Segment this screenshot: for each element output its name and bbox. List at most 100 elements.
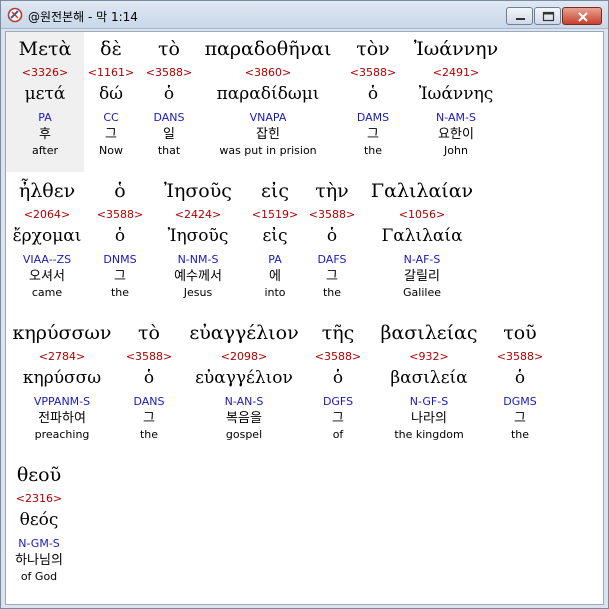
word-item[interactable]: παραδοθῆναι <3860> παραδίδωμι VNAPA 잡힌 w… [202,32,334,172]
english-gloss: gospel [225,428,263,441]
greek-word: τὸ [158,38,180,60]
word-item[interactable]: δὲ <1161> δώ CC 그 Now [86,32,136,172]
word-item[interactable]: κηρύσσων <2784> κηρύσσω VPPANM-S 전파하여 pr… [6,316,118,456]
lemma: ὁ [143,368,155,388]
strongs-number: <2098> [220,350,268,363]
word-item[interactable]: Ἰησοῦς <2424> Ἰησοῦς N-NM-S 예수께서 Jesus [152,174,244,314]
word-item[interactable]: τὴν <3588> ὁ DAFS 그 the [306,174,358,314]
strongs-number: <1161> [87,66,135,79]
korean-gloss: 그 [514,411,526,426]
greek-word: εὐαγγέλιον [189,322,299,344]
parsing-code: N-GF-S [409,395,449,408]
english-gloss: the [139,428,159,441]
word-item[interactable]: τὸ <3588> ὁ DANS 그 the [124,316,174,456]
word-item[interactable]: ὁ <3588> ὁ DNMS 그 the [94,174,146,314]
english-gloss: after [31,144,59,157]
close-button[interactable] [562,7,602,25]
strongs-number: <3588> [314,350,362,363]
lemma: δώ [98,84,124,104]
english-gloss: of God [20,570,58,583]
parsing-code: DANS [133,395,165,408]
strongs-number: <3588> [349,66,397,79]
greek-word: τὸν [356,38,390,60]
korean-gloss: 요한이 [438,127,474,142]
word-item[interactable]: τὸν <3588> ὁ DAMS 그 the [342,32,404,172]
word-item[interactable]: ἦλθεν <2064> ἔρχομαι VIAA--ZS 오셔서 came [6,174,88,314]
parsing-code: DGMS [503,395,537,408]
greek-word: θεοῦ [16,464,62,486]
maximize-button[interactable] [534,7,561,25]
lemma: μετά [24,84,66,104]
greek-word: Ἰησοῦς [164,180,232,202]
english-gloss: Galilee [403,286,441,299]
word-item[interactable]: τὸ <3588> ὁ DANS 일 that [140,32,198,172]
english-gloss: Now [99,144,123,157]
english-gloss: that [157,144,181,157]
parsing-code: VNAPA [249,111,287,124]
strongs-number: <3860> [244,66,292,79]
lemma: θεός [19,510,59,530]
word-item[interactable]: Ἰωάννην <2491> Ἰωάννης N-AM-S 요한이 John [406,32,506,172]
word-item[interactable]: τοῦ <3588> ὁ DGMS 그 the [492,316,548,456]
app-window: @원전본해 - 막 1:14 Μετὰ <3326> μετά PA 후 aft… [0,0,609,609]
english-gloss: into [264,286,286,299]
greek-word: Μετὰ [18,38,72,60]
lemma: ὁ [514,368,526,388]
korean-gloss: 그 [114,269,126,284]
parsing-code: N-AN-S [224,395,264,408]
korean-gloss: 그 [326,269,338,284]
greek-word: Ἰωάννην [413,38,499,60]
word-item[interactable]: εὐαγγέλιον <2098> εὐαγγέλιον N-AN-S 복음을 … [182,316,306,456]
english-gloss: came [31,286,63,299]
window-title: @원전본해 - 막 1:14 [28,10,138,24]
word-item[interactable]: θεοῦ <2316> θεός N-GM-S 하나님의 of God [6,458,72,598]
korean-gloss: 그 [332,411,344,426]
parsing-code: PA [268,253,282,266]
lemma: ἔρχομαι [12,226,82,246]
lemma: ὁ [326,226,338,246]
interlinear-panel: Μετὰ <3326> μετά PA 후 after δὲ <1161> δώ… [5,31,604,605]
korean-gloss: 갈릴리 [404,269,440,284]
korean-gloss: 에 [269,269,281,284]
lemma: ὁ [367,84,379,104]
minimize-button[interactable] [506,7,533,25]
strongs-number: <3588> [96,208,144,221]
greek-word: δὲ [100,38,122,60]
korean-gloss: 오셔서 [29,269,65,284]
korean-gloss: 잡힌 [256,127,280,142]
strongs-number: <3326> [21,66,69,79]
title-bar[interactable]: @원전본해 - 막 1:14 [1,1,608,29]
parsing-code: N-NM-S [177,253,219,266]
greek-word: τοῦ [503,322,537,344]
english-gloss: the [510,428,530,441]
parsing-code: CC [103,111,119,124]
lemma: παραδίδωμι [216,84,320,104]
english-gloss: the [110,286,130,299]
korean-gloss: 그 [367,127,379,142]
strongs-number: <3588> [125,350,173,363]
strongs-number: <2491> [432,66,480,79]
korean-gloss: 나라의 [411,411,447,426]
parsing-code: N-AM-S [436,111,476,124]
greek-word: τῆς [321,322,355,344]
word-item[interactable]: Γαλιλαίαν <1056> Γαλιλαία N-AF-S 갈릴리 Gal… [364,174,480,314]
greek-word: ἦλθεν [18,180,76,202]
word-item[interactable]: βασιλείας <932> βασιλεία N-GF-S 나라의 the … [370,316,488,456]
strongs-number: <3588> [145,66,193,79]
parsing-code: DAMS [356,111,390,124]
korean-gloss: 그 [105,127,117,142]
word-item[interactable]: εἰς <1519> εἰς PA 에 into [250,174,300,314]
lemma: εὐαγγέλιον [195,368,293,388]
parsing-code: N-GM-S [18,537,60,550]
english-gloss: Jesus [183,286,213,299]
strongs-number: <2064> [23,208,71,221]
english-gloss: the kingdom [394,428,464,441]
english-gloss: the [322,286,342,299]
strongs-number: <2784> [38,350,86,363]
greek-word: ὁ [114,180,126,202]
word-item[interactable]: τῆς <3588> ὁ DGFS 그 of [312,316,364,456]
korean-gloss: 전파하여 [38,411,86,426]
lemma: Ἰωάννης [418,84,494,104]
word-item[interactable]: Μετὰ <3326> μετά PA 후 after [6,32,84,172]
english-gloss: the [363,144,383,157]
